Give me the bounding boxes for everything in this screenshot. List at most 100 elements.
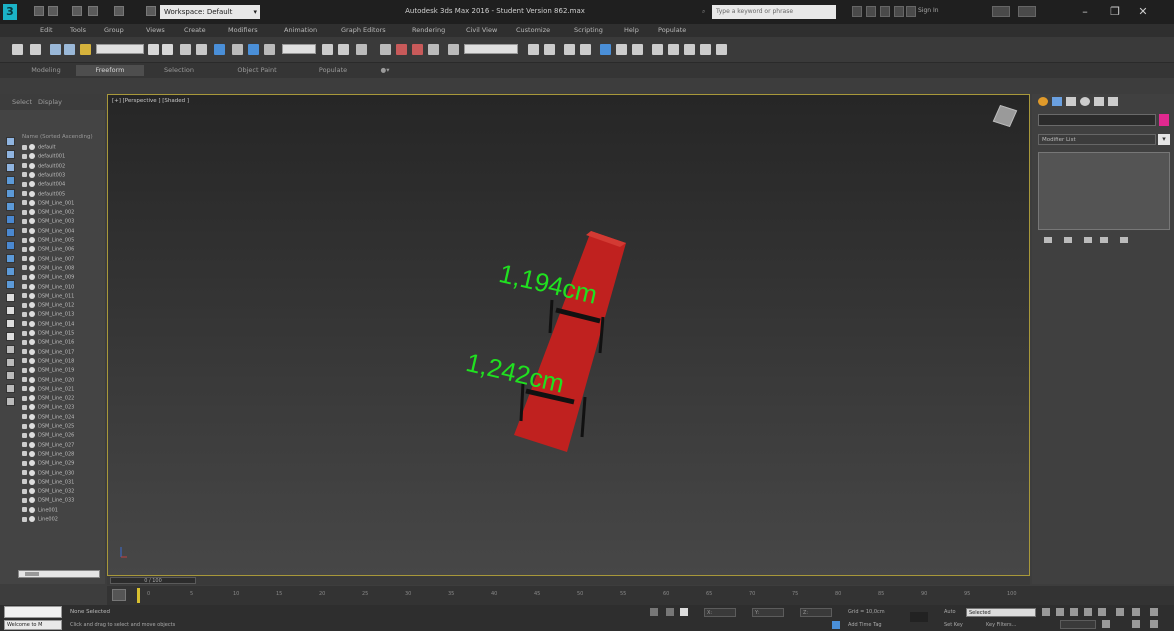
list-item[interactable]: DSM_Line_029	[22, 460, 102, 468]
invert-display-icon[interactable]	[6, 163, 15, 172]
lock-selection-icon[interactable]	[666, 608, 674, 616]
tab-selection[interactable]: Selection	[148, 65, 210, 76]
visibility-icon[interactable]	[22, 302, 27, 308]
help-icon[interactable]	[1018, 6, 1036, 17]
display-hidden-icon[interactable]	[6, 319, 15, 328]
visibility-icon[interactable]	[22, 218, 27, 224]
menu-edit[interactable]: Edit	[40, 26, 53, 34]
list-item[interactable]: DSM_Line_025	[22, 423, 102, 431]
window-crossing-icon[interactable]	[196, 44, 207, 55]
list-item[interactable]: DSM_Line_001	[22, 199, 102, 208]
tab-object-paint[interactable]: Object Paint	[218, 65, 296, 76]
percent-snap-icon[interactable]	[412, 44, 423, 55]
visibility-icon[interactable]	[22, 246, 27, 252]
visibility-icon[interactable]	[22, 228, 27, 234]
curve-editor-icon[interactable]	[600, 44, 611, 55]
motion-tab-icon[interactable]	[1080, 97, 1090, 106]
redo-tool-icon[interactable]	[30, 44, 41, 55]
isolate-selection-icon[interactable]	[650, 608, 658, 616]
perspective-viewport[interactable]: [+] [Perspective ] [Shaded ] 1,194cm 1,2…	[107, 94, 1030, 576]
angle-snap-icon[interactable]	[396, 44, 407, 55]
display-cameras-icon[interactable]	[6, 215, 15, 224]
exchange-apps-icon[interactable]	[992, 6, 1010, 17]
visibility-icon[interactable]	[22, 256, 27, 262]
track-bar[interactable]: 0 5 10 15 20 25 30 35 40 45 50 55 60 65 70 75 80 85 90 95 10…	[107, 586, 1174, 605]
current-frame-field[interactable]	[1060, 620, 1096, 629]
visibility-icon[interactable]	[22, 507, 27, 513]
visibility-icon[interactable]	[22, 209, 27, 215]
display-shapes-icon[interactable]	[6, 189, 15, 198]
list-item[interactable]: DSM_Line_016	[22, 339, 102, 347]
communication-center-icon[interactable]	[880, 6, 890, 17]
visibility-icon[interactable]	[22, 358, 27, 364]
menu-help[interactable]: Help	[624, 26, 639, 34]
tab-select[interactable]: Select	[12, 98, 32, 106]
menu-customize[interactable]: Customize	[516, 26, 550, 34]
add-time-tag-button[interactable]: Add Time Tag	[848, 622, 882, 628]
visibility-icon[interactable]	[22, 386, 27, 392]
list-item[interactable]: DSM_Line_031	[22, 478, 102, 487]
list-item[interactable]: DSM_Line_018	[22, 357, 102, 366]
find-icon[interactable]	[6, 345, 15, 354]
binoculars-icon[interactable]	[852, 6, 862, 17]
list-item[interactable]: DSM_Line_032	[22, 488, 102, 496]
go-to-start-icon[interactable]	[1042, 608, 1050, 616]
list-item[interactable]: default001	[22, 153, 102, 161]
configure-sets-icon[interactable]	[1120, 237, 1128, 243]
layer-explorer-icon[interactable]	[564, 44, 575, 55]
ribbon-options-icon[interactable]: ●▾	[372, 65, 398, 76]
restore-button[interactable]: ❐	[1102, 4, 1128, 20]
current-frame-marker[interactable]	[137, 588, 140, 603]
menu-views[interactable]: Views	[146, 26, 165, 34]
display-geometry-icon[interactable]	[6, 176, 15, 185]
scrollbar-thumb[interactable]	[25, 572, 39, 576]
modifier-list-dropdown[interactable]: Modifier List	[1038, 134, 1156, 145]
visibility-icon[interactable]	[22, 237, 27, 243]
link-icon[interactable]	[50, 44, 61, 55]
snaps-toggle-icon[interactable]	[380, 44, 391, 55]
visibility-icon[interactable]	[22, 414, 27, 420]
list-item[interactable]: default005	[22, 190, 102, 199]
list-item[interactable]: DSM_Line_011	[22, 292, 102, 301]
x-coordinate-field[interactable]: X:	[704, 608, 736, 617]
visibility-icon[interactable]	[22, 284, 27, 289]
menu-create[interactable]: Create	[184, 26, 206, 34]
menu-populate[interactable]: Populate	[658, 26, 686, 34]
list-item[interactable]: DSM_Line_030	[22, 469, 102, 478]
visibility-icon[interactable]	[22, 274, 27, 280]
rectangle-selection-icon[interactable]	[180, 44, 191, 55]
list-item[interactable]: DSM_Line_014	[22, 320, 102, 329]
a360-render-icon[interactable]	[716, 44, 727, 55]
display-helpers-icon[interactable]	[6, 228, 15, 237]
reference-coordinate-dropdown[interactable]	[282, 44, 316, 54]
named-selection-dropdown[interactable]	[464, 44, 518, 54]
tab-populate[interactable]: Populate	[304, 65, 362, 76]
open-file-icon[interactable]	[48, 6, 58, 16]
list-item[interactable]: DSM_Line_023	[22, 404, 102, 412]
list-item[interactable]: Line001	[22, 506, 102, 515]
mini-curve-editor-icon[interactable]	[112, 589, 126, 601]
auto-key-label[interactable]: Auto	[944, 609, 956, 615]
zoom-icon[interactable]	[1116, 608, 1124, 616]
pin-stack-icon[interactable]	[1044, 237, 1052, 243]
absolute-mode-icon[interactable]	[680, 608, 688, 616]
user-icon[interactable]	[906, 6, 916, 17]
list-item[interactable]: DSM_Line_009	[22, 274, 102, 282]
set-key-label[interactable]: Set Key	[944, 622, 963, 628]
utilities-tab-icon[interactable]	[1108, 97, 1118, 106]
visibility-icon[interactable]	[22, 377, 27, 382]
list-item[interactable]: DSM_Line_010	[22, 283, 102, 292]
render-iterative-icon[interactable]	[700, 44, 711, 55]
key-mode-dropdown[interactable]: Selected	[966, 608, 1036, 617]
visibility-icon[interactable]	[22, 470, 27, 475]
list-item[interactable]: DSM_Line_020	[22, 376, 102, 385]
list-item[interactable]: DSM_Line_003	[22, 218, 102, 226]
object-color-swatch[interactable]	[1159, 114, 1169, 126]
menu-modifiers[interactable]: Modifiers	[228, 26, 258, 34]
hierarchy-tab-icon[interactable]	[1066, 97, 1076, 106]
play-icon[interactable]	[1070, 608, 1078, 616]
menu-group[interactable]: Group	[104, 26, 124, 34]
next-frame-icon[interactable]	[1084, 608, 1092, 616]
toggle-freeze-icon[interactable]	[6, 384, 15, 393]
visibility-icon[interactable]	[22, 423, 27, 429]
